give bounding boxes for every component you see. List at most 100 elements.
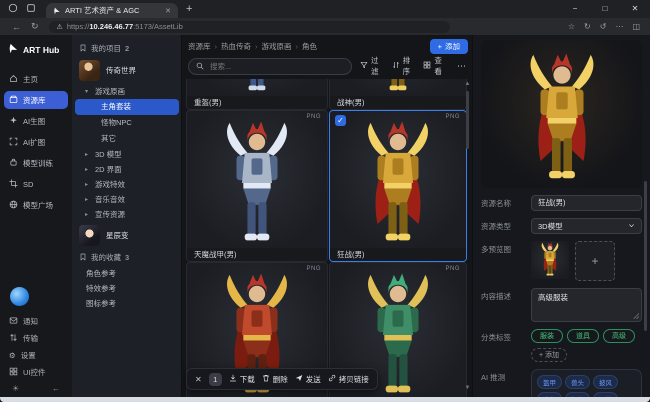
- minimize-button[interactable]: −: [560, 0, 590, 18]
- refresh-icon[interactable]: ↻: [584, 22, 591, 31]
- favorite-item-fx-ref[interactable]: 特效参考: [73, 281, 181, 296]
- sidebar-item-settings[interactable]: ⚙ 设置: [4, 347, 68, 364]
- send-button[interactable]: 发送: [295, 374, 321, 385]
- sidebar-item-ai-image[interactable]: AI生图: [4, 112, 68, 130]
- breadcrumb-item[interactable]: 游戏原画: [251, 41, 292, 52]
- caret-right-icon[interactable]: ▸: [85, 151, 92, 158]
- scroll-down-icon[interactable]: ▼: [464, 385, 471, 391]
- browser-logo-icon[interactable]: [8, 3, 18, 15]
- back-icon[interactable]: ←: [12, 22, 21, 32]
- asset-card[interactable]: 重盔(男): [186, 79, 328, 110]
- favorite-item-character-ref[interactable]: 角色参考: [73, 266, 181, 281]
- my-projects-header[interactable]: 我的项目 2: [73, 40, 181, 57]
- tab-close-icon[interactable]: ✕: [165, 7, 171, 15]
- sparkle-icon: [9, 116, 18, 127]
- tree-group-3d-models[interactable]: ▸ 3D 模型: [73, 147, 181, 162]
- download-icon: [229, 374, 237, 384]
- inspector-scrollbar[interactable]: [642, 41, 649, 389]
- tree-group-music-sfx[interactable]: ▸ 音乐音效: [73, 192, 181, 207]
- scrollbar-thumb[interactable]: [466, 91, 469, 149]
- sort-button[interactable]: 排序: [392, 55, 416, 77]
- add-asset-button[interactable]: + 添加: [430, 39, 468, 54]
- sidebar-item-ai-expand[interactable]: AI扩图: [4, 133, 68, 151]
- caret-right-icon[interactable]: ▸: [85, 181, 92, 188]
- more-options-icon[interactable]: ⋯: [457, 61, 466, 72]
- tree-item-monster-npc[interactable]: 怪物NPC: [75, 115, 179, 131]
- preview-thumbnail[interactable]: [531, 241, 569, 279]
- caret-down-icon[interactable]: ▾: [85, 88, 92, 95]
- favorite-item-icon-ref[interactable]: 图标参考: [73, 296, 181, 311]
- copy-link-button[interactable]: 拷贝链接: [328, 374, 369, 385]
- download-button[interactable]: 下载: [229, 374, 255, 385]
- tree-group-game-fx[interactable]: ▸ 游戏特效: [73, 177, 181, 192]
- filter-button[interactable]: 过滤: [360, 55, 384, 77]
- grid-scrollbar[interactable]: ▲ ▼: [464, 81, 471, 391]
- scroll-up-icon[interactable]: ▲: [464, 81, 471, 87]
- category-tag[interactable]: 高级: [603, 329, 635, 343]
- more-menu-icon[interactable]: ⋯: [615, 22, 623, 31]
- breadcrumb-item[interactable]: 角色: [292, 41, 318, 52]
- clear-selection-icon[interactable]: ✕: [195, 375, 202, 384]
- theme-sun-icon[interactable]: ☀: [12, 384, 19, 393]
- asset-type-select[interactable]: 3D模型: [531, 218, 642, 234]
- asset-card[interactable]: 战神(男): [329, 79, 467, 110]
- new-tab-button[interactable]: +: [186, 3, 192, 15]
- tree-group-game-art[interactable]: ▾ 游戏原画: [73, 84, 181, 99]
- user-avatar[interactable]: [10, 287, 29, 306]
- asset-card-selected[interactable]: ✓ PNG 狂战(男): [329, 110, 467, 262]
- view-button[interactable]: 查看: [423, 55, 447, 77]
- sidebar-item-home[interactable]: 主页: [4, 70, 68, 88]
- profile-icon[interactable]: ◫: [632, 22, 640, 31]
- sidebar-item-model-training[interactable]: 模型训练: [4, 154, 68, 172]
- sidebar-item-transfer[interactable]: 传输: [4, 330, 68, 347]
- project-item-stellar[interactable]: 星辰变: [73, 222, 181, 249]
- caret-right-icon[interactable]: ▸: [85, 211, 92, 218]
- card-checkbox[interactable]: ✓: [335, 115, 346, 126]
- category-tag[interactable]: 道具: [567, 329, 599, 343]
- history-icon[interactable]: ↺: [600, 22, 607, 31]
- sidebar-item-ui-widgets[interactable]: UI控件: [4, 364, 68, 381]
- window-bottom-edge: [0, 397, 650, 402]
- security-warning-icon[interactable]: ⚠: [57, 23, 63, 31]
- project-item-legend-world[interactable]: 传奇世界: [73, 57, 181, 84]
- search-box[interactable]: [188, 58, 352, 75]
- close-button[interactable]: ✕: [620, 0, 650, 18]
- sidebar-item-asset-library[interactable]: 资源库: [4, 91, 68, 109]
- delete-button[interactable]: 删除: [262, 374, 288, 385]
- category-tag[interactable]: 服装: [531, 329, 563, 343]
- add-preview-button[interactable]: +: [575, 241, 615, 281]
- url-field[interactable]: ⚠ https://10.246.46.77:5173/AssetLib: [49, 21, 450, 33]
- asset-card[interactable]: PNG 天魔战甲(男): [186, 110, 328, 262]
- tree-item-hero-suits[interactable]: 主角套装: [75, 99, 179, 115]
- bookmark-star-icon[interactable]: ☆: [568, 22, 575, 31]
- description-textarea[interactable]: 高级服装: [531, 288, 642, 322]
- breadcrumb-item[interactable]: 资源库: [188, 41, 211, 52]
- tree-group-2d-ui[interactable]: ▸ 2D 界面: [73, 162, 181, 177]
- tree-group-promo-assets[interactable]: ▸ 宣传资源: [73, 207, 181, 222]
- tab-overview-icon[interactable]: [26, 3, 36, 15]
- tree-item-other[interactable]: 其它: [75, 131, 179, 147]
- caret-right-icon[interactable]: ▸: [85, 166, 92, 173]
- ai-tag[interactable]: 盔甲: [537, 375, 562, 389]
- ai-tag[interactable]: 披风: [593, 375, 618, 389]
- character-art: [357, 120, 439, 246]
- favorites-header[interactable]: 我的收藏 3: [73, 249, 181, 266]
- selection-count: 1: [209, 373, 222, 386]
- type-field: 资源类型 3D模型: [481, 218, 642, 234]
- browser-tab[interactable]: ARTI 艺术资产 & AGC ✕: [46, 3, 178, 18]
- ai-tag[interactable]: 兽头: [565, 375, 590, 389]
- asset-name-input[interactable]: 狂战(男): [531, 195, 642, 211]
- sidebar-item-notifications[interactable]: 通知: [4, 313, 68, 330]
- resize-handle-icon[interactable]: [633, 313, 639, 319]
- breadcrumb-item[interactable]: 热血传奇: [211, 41, 252, 52]
- search-input[interactable]: [208, 61, 344, 72]
- maximize-button[interactable]: □: [590, 0, 620, 18]
- caret-right-icon[interactable]: ▸: [85, 196, 92, 203]
- sidebar-item-sd[interactable]: SD: [4, 175, 68, 193]
- collapse-arrow-icon[interactable]: ←: [52, 384, 60, 393]
- projects-count: 2: [125, 44, 129, 53]
- sidebar-item-model-plaza[interactable]: 模型广场: [4, 196, 68, 214]
- reload-icon[interactable]: ↻: [31, 21, 39, 32]
- add-tag-button[interactable]: + 添加: [531, 348, 567, 362]
- scrollbar-thumb[interactable]: [644, 181, 647, 331]
